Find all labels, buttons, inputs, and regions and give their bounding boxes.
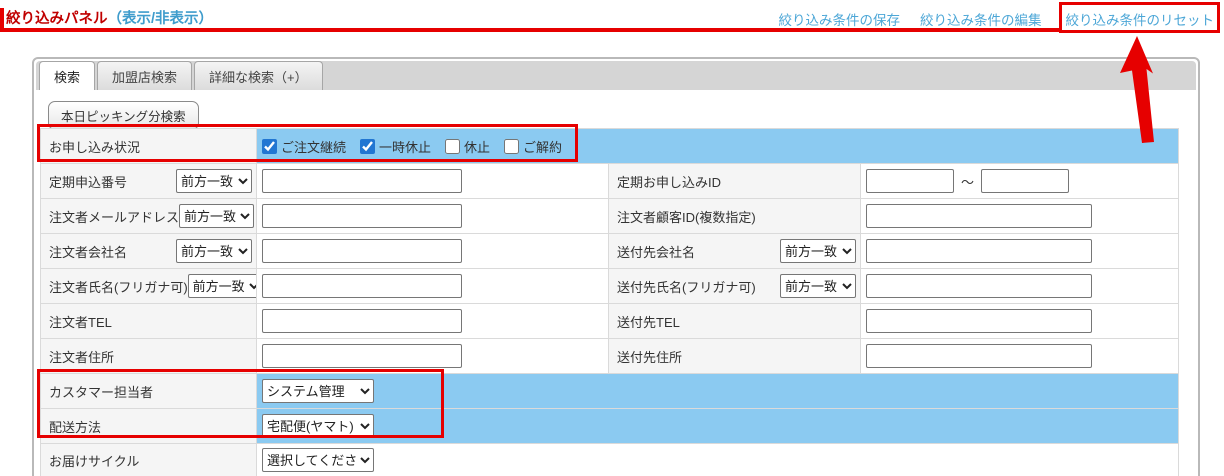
row-application-status: お申し込み状況 ご注文継続 一時休止 休止 ご解約 (40, 128, 1180, 164)
row-order-no: 定期申込番号 前方一致 定期お申し込みID ～ (40, 163, 1180, 199)
order-continue-label: ご注文継続 (281, 139, 347, 155)
orderer-company-input[interactable] (262, 239, 462, 263)
label-shipping-address: 送付先住所 (617, 349, 683, 365)
orderer-name-input[interactable] (262, 274, 462, 298)
row-address: 注文者住所 送付先住所 (40, 338, 1180, 374)
customer-rep-select[interactable]: システム管理 (262, 379, 374, 403)
checkbox-order-continue[interactable]: ご注文継続 (262, 137, 346, 156)
edit-conditions-link[interactable]: 絞り込み条件の編集 (920, 9, 1042, 29)
temp-pause-checkbox[interactable] (360, 138, 376, 154)
shipping-address-input[interactable] (866, 344, 1092, 368)
tab-merchant-search[interactable]: 加盟店検索 (97, 61, 193, 90)
row-company: 注文者会社名 前方一致 送付先会社名 前方一致 (40, 233, 1180, 269)
subscription-id-from-input[interactable] (866, 169, 954, 193)
label-orderer-address: 注文者住所 (49, 349, 115, 365)
page-title: 絞り込みパネル（表示/非表示） (6, 7, 213, 28)
order-no-match-select[interactable]: 前方一致 (176, 169, 252, 193)
shipping-method-select[interactable]: 宅配便(ヤマト) (262, 414, 374, 438)
cancel-checkbox[interactable] (504, 138, 520, 154)
filter-table: お申し込み状況 ご注文継続 一時休止 休止 ご解約 定期申込番号 前方一致 定期… (40, 128, 1180, 476)
shipping-name-input[interactable] (866, 274, 1092, 298)
shipping-name-match-select[interactable]: 前方一致 (780, 274, 856, 298)
visibility-toggle-link[interactable]: （表示/非表示） (108, 11, 214, 27)
delivery-cycle-select[interactable]: 選択してください (262, 448, 374, 472)
row-customer-rep: カスタマー担当者 システム管理 (40, 373, 1180, 409)
pause-checkbox[interactable] (445, 138, 461, 154)
label-order-no: 定期申込番号 (49, 174, 128, 190)
row-delivery-cycle: お届けサイクル 選択してください (40, 443, 1180, 476)
reset-conditions-link[interactable]: 絞り込み条件のリセット (1066, 9, 1215, 29)
row-name: 注文者氏名(フリガナ可) 前方一致 送付先氏名(フリガナ可) 前方一致 (40, 268, 1180, 304)
label-orderer-company: 注文者会社名 (49, 244, 128, 260)
orderer-tel-input[interactable] (262, 309, 462, 333)
label-shipping-name: 送付先氏名(フリガナ可) (617, 279, 756, 295)
page-title-text: 絞り込みパネル (6, 11, 108, 27)
label-orderer-name: 注文者氏名(フリガナ可) (49, 279, 188, 295)
checkbox-pause[interactable]: 休止 (445, 137, 490, 156)
today-picking-search-button[interactable]: 本日ピッキング分検索 (48, 101, 199, 130)
checkbox-temp-pause[interactable]: 一時休止 (360, 137, 431, 156)
label-orderer-email: 注文者メールアドレス (49, 209, 180, 225)
row-orderer-email: 注文者メールアドレス 前方一致 注文者顧客ID(複数指定) (40, 198, 1180, 234)
orderer-address-input[interactable] (262, 344, 462, 368)
label-orderer-tel: 注文者TEL (49, 314, 112, 330)
row-tel: 注文者TEL 送付先TEL (40, 303, 1180, 339)
status-checkbox-group: ご注文継続 一時休止 休止 ご解約 (258, 130, 1178, 163)
label-delivery-cycle: お届けサイクル (49, 453, 140, 469)
orderer-name-match-select[interactable]: 前方一致 (187, 274, 256, 298)
shipping-company-match-select[interactable]: 前方一致 (780, 239, 856, 263)
tab-advanced-search[interactable]: 詳細な検索（+） (194, 61, 323, 90)
subscription-id-to-input[interactable] (981, 169, 1070, 193)
label-customer-rep: カスタマー担当者 (49, 384, 154, 400)
orderer-email-match-select[interactable]: 前方一致 (179, 204, 255, 228)
orderer-customer-id-input[interactable] (866, 204, 1092, 228)
range-separator: ～ (961, 174, 975, 190)
pause-label: 休止 (464, 139, 491, 155)
label-application-status: お申し込み状況 (49, 139, 141, 155)
tab-search[interactable]: 検索 (39, 61, 96, 90)
orderer-company-match-select[interactable]: 前方一致 (176, 239, 252, 263)
label-shipping-method: 配送方法 (49, 419, 102, 435)
label-orderer-customer-id: 注文者顧客ID(複数指定) (617, 209, 756, 225)
temp-pause-label: 一時休止 (379, 139, 432, 155)
header-actions: 絞り込み条件の保存 絞り込み条件の編集 絞り込み条件のリセット (779, 9, 1215, 29)
order-no-input[interactable] (262, 169, 462, 193)
label-shipping-tel: 送付先TEL (617, 314, 680, 330)
orderer-email-input[interactable] (262, 204, 462, 228)
label-subscription-id: 定期お申し込みID (617, 174, 722, 190)
save-conditions-link[interactable]: 絞り込み条件の保存 (779, 9, 901, 29)
order-continue-checkbox[interactable] (262, 138, 277, 154)
checkbox-cancel[interactable]: ご解約 (504, 137, 562, 156)
shipping-company-input[interactable] (866, 239, 1092, 263)
tab-bar: 検索 加盟店検索 詳細な検索（+） (36, 61, 1196, 90)
cancel-label: ご解約 (523, 139, 563, 155)
shipping-tel-input[interactable] (866, 309, 1092, 333)
filter-panel: 検索 加盟店検索 詳細な検索（+） 本日ピッキング分検索 お申し込み状況 ご注文… (32, 57, 1200, 476)
filter-panel-screen: 絞り込みパネル（表示/非表示） 絞り込み条件の保存 絞り込み条件の編集 絞り込み… (0, 0, 1224, 476)
label-shipping-company: 送付先会社名 (617, 244, 696, 260)
row-shipping-method: 配送方法 宅配便(ヤマト) (40, 408, 1180, 444)
